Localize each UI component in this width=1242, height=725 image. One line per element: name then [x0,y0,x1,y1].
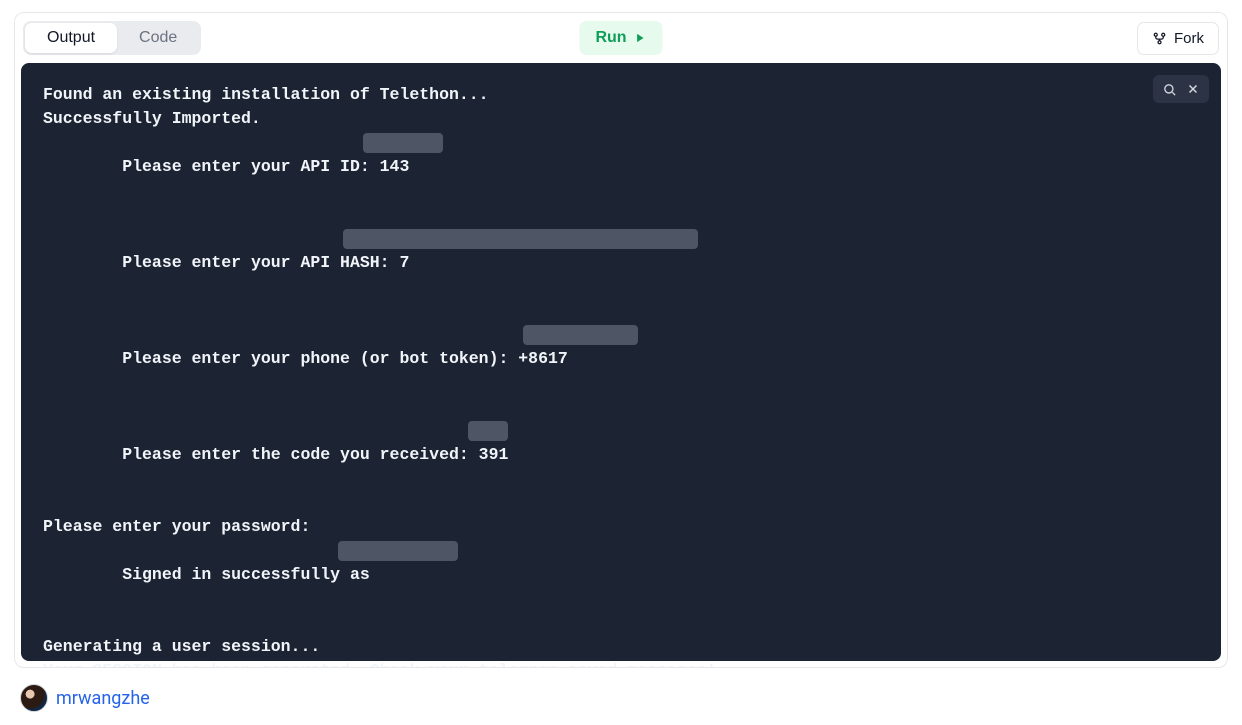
fork-label: Fork [1174,30,1204,47]
terminal-line: Please enter the code you received: 391 [43,419,1199,515]
redacted-text [523,325,638,345]
run-label: Run [595,29,626,47]
run-button[interactable]: Run [579,21,662,55]
username-link[interactable]: mrwangzhe [56,688,150,709]
terminal-line: Successfully Imported. [43,107,1199,131]
redacted-text [363,133,443,153]
redacted-text [338,541,458,561]
fork-icon [1152,31,1167,46]
tabs: Output Code [23,21,201,55]
terminal-line: Your SESSION has been generated. Check y… [43,659,1199,668]
terminal-line: Please enter your password: [43,515,1199,539]
tab-code[interactable]: Code [117,23,199,53]
terminal-line: Found an existing installation of Teleth… [43,83,1199,107]
terminal-line: Generating a user session... [43,635,1199,659]
fork-button[interactable]: Fork [1137,22,1219,55]
terminal-output[interactable]: Found an existing installation of Teleth… [21,63,1221,661]
tab-output[interactable]: Output [25,23,117,53]
avatar[interactable] [20,684,48,712]
redacted-text [343,229,698,249]
play-icon [633,31,647,45]
terminal-line: Please enter your API ID: 143 [43,131,1199,227]
terminal-line: Please enter your phone (or bot token): … [43,323,1199,419]
footer: mrwangzhe [14,684,1228,712]
terminal-line: Signed in successfully as [43,539,1199,635]
redacted-text [468,421,508,441]
toolbar: Output Code Run Fork [15,13,1227,63]
repl-panel: Output Code Run Fork [14,12,1228,668]
terminal-line: Please enter your API HASH: 7 [43,227,1199,323]
